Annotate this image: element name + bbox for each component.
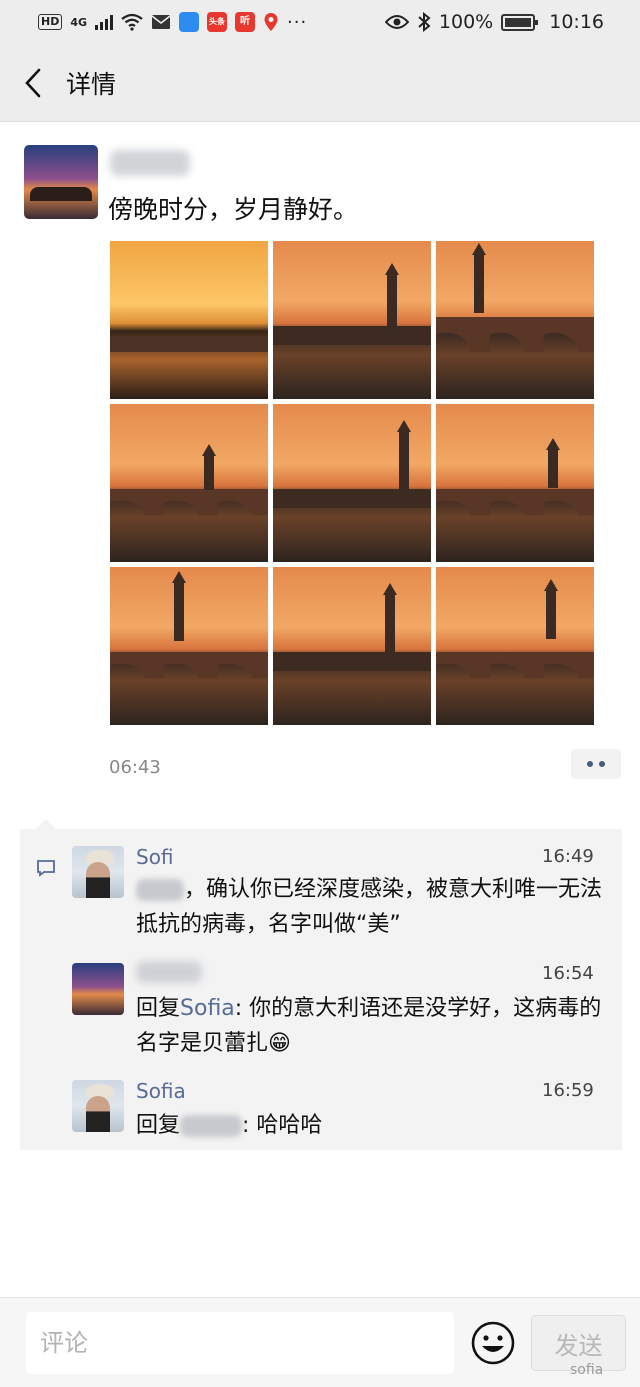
comment-author[interactable]: Sofi [136, 845, 174, 869]
comments-panel: Sofi 16:49 ，确认你已经深度感染，被意大利唯一无法抵抗的病毒，名字叫做… [20, 819, 622, 1150]
status-bar: HD 4G 头条 听 ··· 100% 10:16 [0, 0, 640, 44]
hd-icon: HD [38, 14, 63, 30]
wifi-icon [121, 13, 143, 31]
comment-avatar[interactable] [72, 1080, 124, 1132]
photo-1[interactable] [110, 241, 268, 399]
comment-author-redacted[interactable] [136, 961, 202, 983]
more-dots-icon [587, 761, 593, 767]
blue-app-icon [179, 12, 200, 32]
network-type: 4G [70, 15, 88, 29]
poster-name-redacted[interactable] [110, 150, 190, 176]
comment-text[interactable]: ，确认你已经深度感染，被意大利唯一无法抵抗的病毒，名字叫做“美” [136, 872, 606, 942]
redacted-name [136, 879, 184, 901]
photo-3[interactable] [436, 241, 594, 399]
location-pin-icon [264, 13, 278, 31]
photo-5[interactable] [273, 404, 431, 562]
like-comment-menu-button[interactable] [571, 749, 621, 779]
back-arrow-icon [25, 68, 41, 97]
signal-icon [95, 14, 114, 30]
clock: 10:16 [549, 11, 604, 33]
comment-text[interactable]: 回复Sofia: 你的意大利语还是没学好，这病毒的名字是贝蕾扎😁 [136, 991, 606, 1061]
listen-app-icon: 听 [235, 12, 256, 32]
post-time: 06:43 [109, 757, 161, 778]
comment-time: 16:49 [542, 846, 594, 867]
comment-avatar[interactable] [72, 846, 124, 898]
emoji-icon[interactable] [470, 1320, 516, 1366]
comment-input[interactable] [26, 1312, 454, 1374]
watermark: sofia [570, 1362, 604, 1378]
page-title: 详情 [66, 69, 117, 99]
comment-time: 16:59 [542, 1080, 594, 1101]
back-button[interactable] [20, 63, 46, 103]
bluetooth-icon [418, 12, 431, 32]
comment-author[interactable]: Sofia [136, 1079, 186, 1103]
eye-icon [384, 15, 409, 29]
post-text: 傍晚时分，岁月静好。 [108, 195, 359, 224]
poster-avatar[interactable] [24, 145, 98, 219]
photo-7[interactable] [110, 567, 268, 725]
nav-bar: 详情 [0, 44, 640, 122]
comment-text[interactable]: 回复: 哈哈哈 [136, 1108, 606, 1143]
photo-2[interactable] [273, 241, 431, 399]
battery-percent: 100% [438, 11, 494, 33]
photo-4[interactable] [110, 404, 268, 562]
redacted-name [180, 1115, 243, 1137]
mail-icon [151, 15, 171, 29]
reply-to-name[interactable]: Sofia [180, 996, 235, 1021]
comment-icon [37, 860, 55, 877]
toutiao-app-icon: 头条 [207, 12, 228, 32]
battery-icon [501, 13, 539, 31]
photo-8[interactable] [273, 567, 431, 725]
photo-grid [110, 241, 595, 725]
comment-time: 16:54 [542, 963, 594, 984]
comment-avatar[interactable] [72, 963, 124, 1015]
comment-input-bar: 发送 [0, 1297, 640, 1387]
photo-6[interactable] [436, 404, 594, 562]
more-notifications-icon: ··· [287, 11, 308, 33]
photo-9[interactable] [436, 567, 594, 725]
